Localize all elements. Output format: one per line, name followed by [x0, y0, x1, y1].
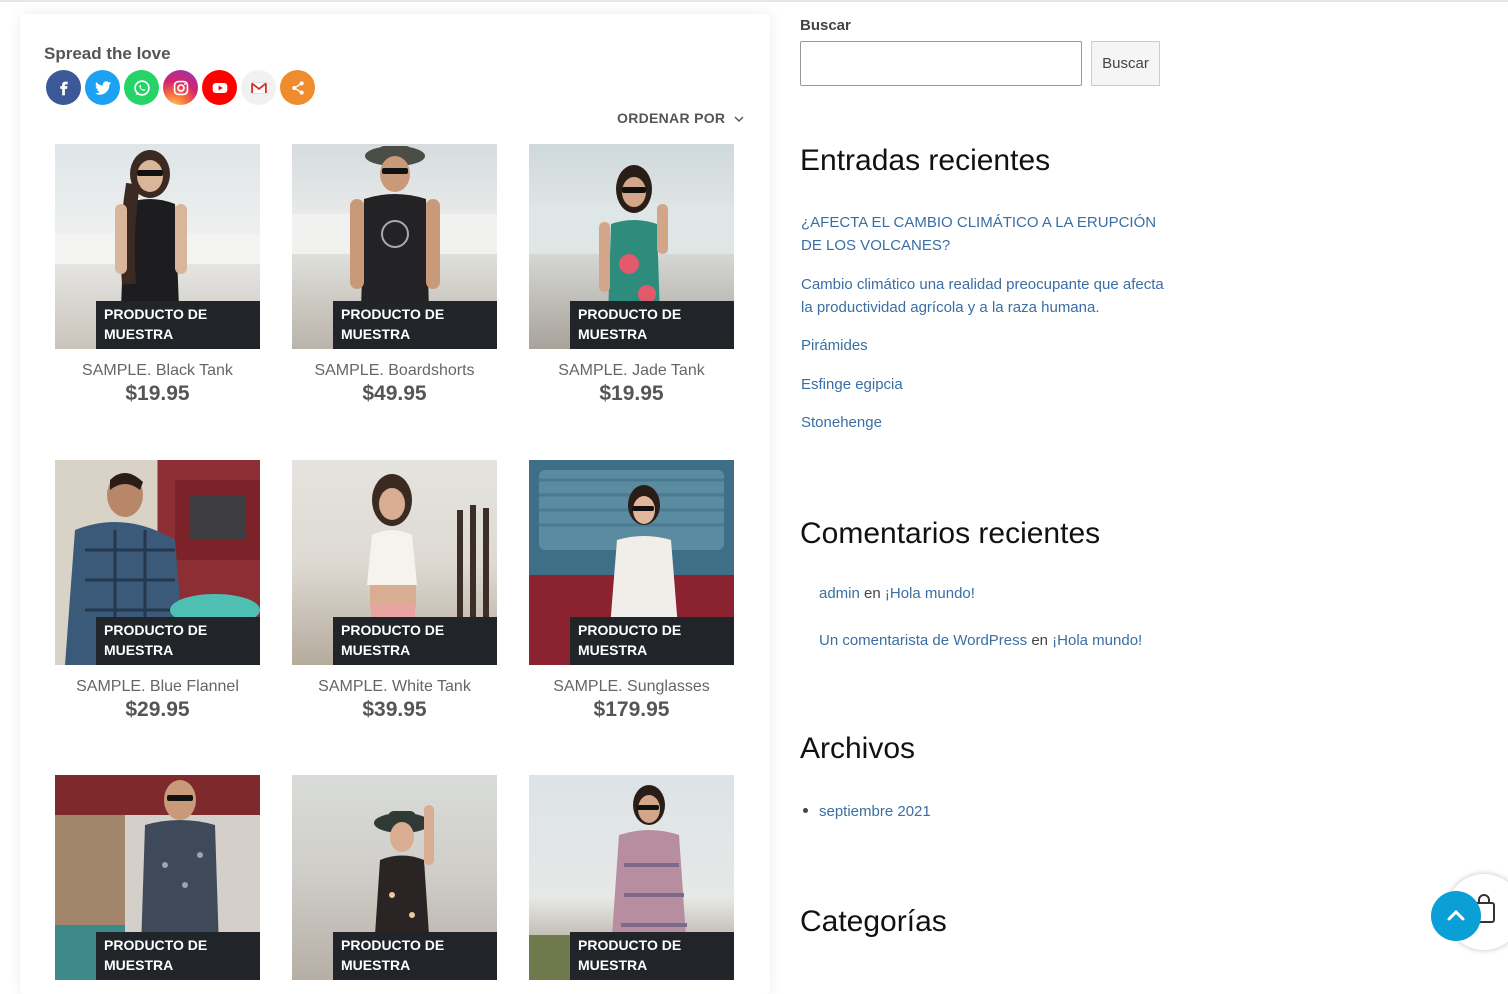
product-price: $19.95	[599, 382, 664, 405]
chevron-down-icon	[734, 116, 744, 123]
product-item[interactable]: PRODUCTO DE MUESTRA SAMPLE. Sunglasses $…	[529, 460, 734, 722]
product-badge: PRODUCTO DE MUESTRA	[570, 617, 734, 665]
top-border	[0, 0, 1508, 2]
product-item[interactable]: PRODUCTO DE MUESTRA SAMPLE. Blue Flannel…	[55, 460, 260, 722]
product-item[interactable]: PRODUCTO DE MUESTRA	[529, 775, 734, 980]
product-name[interactable]: SAMPLE. Boardshorts	[292, 362, 497, 380]
youtube-icon[interactable]	[202, 70, 237, 105]
whatsapp-icon[interactable]	[124, 70, 159, 105]
product-item[interactable]: PRODUCTO DE MUESTRA SAMPLE. White Tank $…	[292, 460, 497, 722]
product-item[interactable]: PRODUCTO DE MUESTRA	[292, 775, 497, 980]
scroll-to-top-button[interactable]	[1431, 891, 1481, 941]
product-image[interactable]: PRODUCTO DE MUESTRA	[55, 144, 260, 349]
search-label: Buscar	[800, 17, 851, 34]
product-image[interactable]: PRODUCTO DE MUESTRA	[55, 775, 260, 980]
product-item[interactable]: PRODUCTO DE MUESTRA SAMPLE. Black Tank $…	[55, 144, 260, 406]
product-image[interactable]: PRODUCTO DE MUESTRA	[292, 775, 497, 980]
gmail-icon[interactable]	[241, 70, 276, 105]
product-image[interactable]: PRODUCTO DE MUESTRA	[55, 460, 260, 665]
product-price: $29.95	[125, 698, 190, 721]
comment-author[interactable]: Un comentarista de WordPress	[819, 632, 1027, 649]
product-image[interactable]: PRODUCTO DE MUESTRA	[292, 460, 497, 665]
comment-post[interactable]: ¡Hola mundo!	[1052, 632, 1142, 649]
product-image[interactable]: PRODUCTO DE MUESTRA	[529, 775, 734, 980]
product-price: $39.95	[362, 698, 427, 721]
categories-title: Categorías	[800, 905, 947, 938]
share-buttons	[46, 70, 315, 105]
archive-link[interactable]: septiembre 2021	[819, 800, 931, 823]
product-badge: PRODUCTO DE MUESTRA	[333, 301, 497, 349]
product-image[interactable]: PRODUCTO DE MUESTRA	[292, 144, 497, 349]
sort-label: ORDENAR POR	[617, 110, 726, 126]
search-button[interactable]: Buscar	[1091, 41, 1160, 86]
product-badge: PRODUCTO DE MUESTRA	[333, 617, 497, 665]
product-name[interactable]: SAMPLE. White Tank	[292, 678, 497, 696]
search-input[interactable]	[800, 41, 1082, 86]
product-badge: PRODUCTO DE MUESTRA	[96, 932, 260, 980]
archives-title: Archivos	[800, 732, 916, 765]
share-title: Spread the love	[44, 44, 171, 63]
comment-joiner: en	[1031, 632, 1048, 649]
product-name[interactable]: SAMPLE. Black Tank	[55, 362, 260, 380]
list-bullet	[803, 808, 808, 813]
product-price: $179.95	[593, 698, 670, 721]
product-badge: PRODUCTO DE MUESTRA	[333, 932, 497, 980]
recent-post-link[interactable]: Pirámides	[801, 334, 868, 357]
share-more-icon[interactable]	[280, 70, 315, 105]
product-price: $49.95	[362, 382, 427, 405]
product-image[interactable]: PRODUCTO DE MUESTRA	[529, 460, 734, 665]
comment-post[interactable]: ¡Hola mundo!	[885, 585, 975, 602]
product-name[interactable]: SAMPLE. Blue Flannel	[55, 678, 260, 696]
product-badge: PRODUCTO DE MUESTRA	[570, 932, 734, 980]
facebook-icon[interactable]	[46, 70, 81, 105]
product-item[interactable]: PRODUCTO DE MUESTRA SAMPLE. Jade Tank $1…	[529, 144, 734, 406]
product-name[interactable]: SAMPLE. Sunglasses	[529, 678, 734, 696]
recent-post-link[interactable]: Cambio climático una realidad preocupant…	[801, 273, 1166, 319]
instagram-icon[interactable]	[163, 70, 198, 105]
twitter-icon[interactable]	[85, 70, 120, 105]
comment-joiner: en	[864, 585, 881, 602]
recent-posts-title: Entradas recientes	[800, 144, 1051, 177]
recent-comments-title: Comentarios recientes	[800, 517, 1101, 550]
product-price: $19.95	[125, 382, 190, 405]
comment-author[interactable]: admin	[819, 585, 860, 602]
comment-entry: Un comentarista de WordPress en ¡Hola mu…	[819, 629, 1142, 652]
recent-post-link[interactable]: Esfinge egipcia	[801, 373, 903, 396]
sort-dropdown[interactable]: ORDENAR POR	[617, 110, 745, 126]
product-badge: PRODUCTO DE MUESTRA	[570, 301, 734, 349]
chevron-up-icon	[1447, 909, 1465, 921]
product-item[interactable]: PRODUCTO DE MUESTRA	[55, 775, 260, 980]
comment-entry: admin en ¡Hola mundo!	[819, 582, 975, 605]
product-badge: PRODUCTO DE MUESTRA	[96, 301, 260, 349]
recent-post-link[interactable]: ¿AFECTA EL CAMBIO CLIMÁTICO A LA ERUPCIÓ…	[801, 211, 1161, 257]
recent-post-link[interactable]: Stonehenge	[801, 411, 882, 434]
product-image[interactable]: PRODUCTO DE MUESTRA	[529, 144, 734, 349]
product-badge: PRODUCTO DE MUESTRA	[96, 617, 260, 665]
product-item[interactable]: PRODUCTO DE MUESTRA SAMPLE. Boardshorts …	[292, 144, 497, 406]
product-name[interactable]: SAMPLE. Jade Tank	[529, 362, 734, 380]
